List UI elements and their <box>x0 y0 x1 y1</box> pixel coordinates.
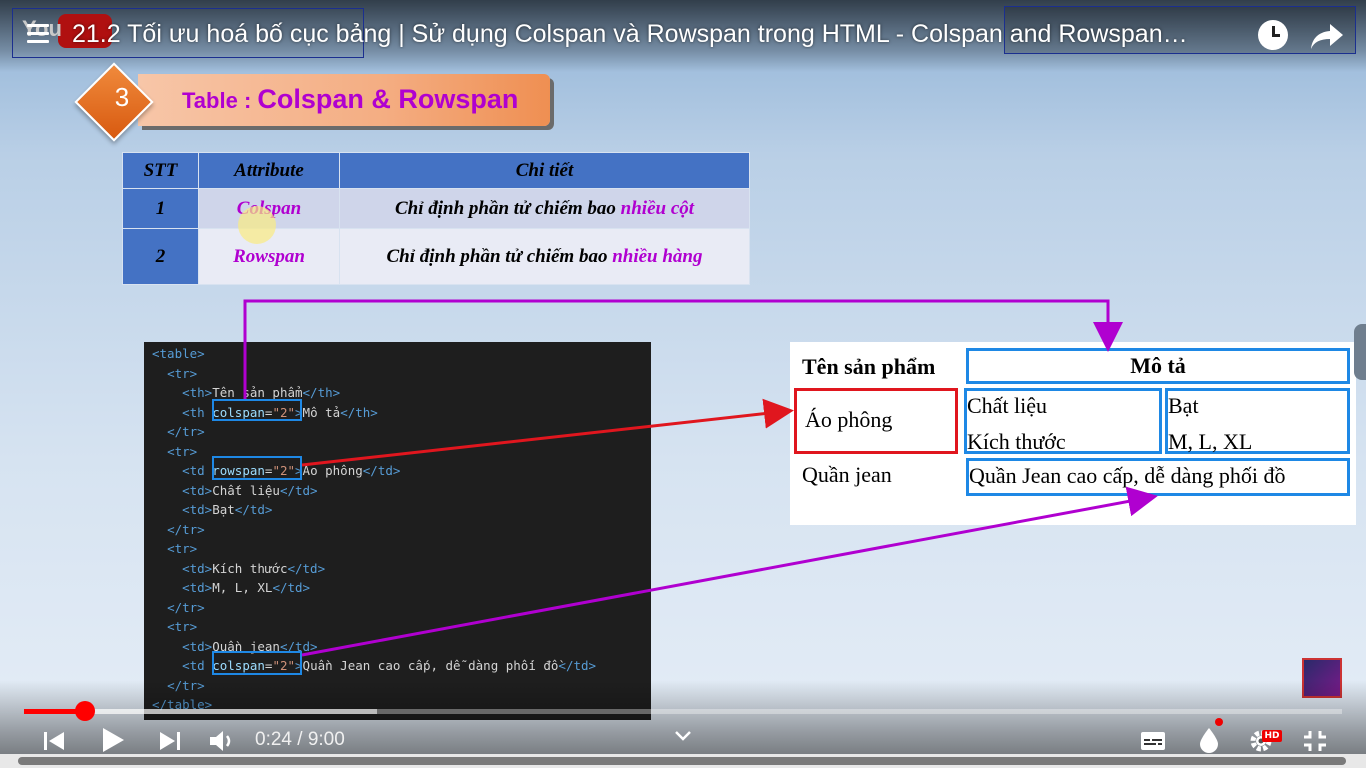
rendered-table-preview: Tên sản phẩm Mô tả Áo phông Chất liệu Kí… <box>790 342 1356 525</box>
side-panel-handle[interactable] <box>1354 324 1366 380</box>
cursor-highlight <box>238 206 276 244</box>
volume-icon[interactable] <box>208 728 236 754</box>
table-cell-detail: Chỉ định phần tử chiếm bao nhiều hàng <box>339 228 750 285</box>
horizontal-scrollbar[interactable] <box>0 754 1366 768</box>
table-cell-detail: Chỉ định phần tử chiếm bao nhiều cột <box>339 188 750 229</box>
detail-text: Chỉ định phần tử chiếm bao <box>394 197 621 219</box>
slide-number: 3 <box>114 82 130 112</box>
colspan-highlight-2 <box>212 651 302 675</box>
preview-cell-attributes: Chất liệu Kích thước <box>964 388 1162 454</box>
hd-badge: HD <box>1262 730 1282 742</box>
video-player[interactable]: You 21.2 Tối ưu hoá bố cục bảng | Sử dụn… <box>0 0 1366 768</box>
slide-title-prefix: Table : <box>182 88 258 113</box>
exit-fullscreen-icon[interactable] <box>1302 729 1328 753</box>
preview-chat-lieu: Chất liệu <box>967 393 1048 418</box>
detail-highlight: nhiều hàng <box>612 245 703 267</box>
watch-later-icon[interactable] <box>1258 20 1288 50</box>
progress-scrubber[interactable] <box>74 701 95 721</box>
table-cell-stt: 2 <box>122 228 199 285</box>
preview-cell-quan-desc: Quần Jean cao cấp, dễ dàng phối đồ <box>966 458 1350 496</box>
detail-text: Chỉ định phần tử chiếm bao <box>386 245 613 267</box>
colspan-highlight-1 <box>212 399 302 421</box>
time-display: 0:24 / 9:00 <box>255 729 345 750</box>
preview-cell-values: Bạt M, L, XL <box>1165 388 1350 454</box>
next-icon[interactable] <box>158 730 182 752</box>
preview-header-product: Tên sản phẩm <box>802 354 936 379</box>
slide-title-main: Colspan & Rowspan <box>257 84 519 114</box>
table-cell-stt: 1 <box>122 188 199 229</box>
chevron-down-icon[interactable] <box>674 730 692 742</box>
progress-bar[interactable] <box>24 709 1342 714</box>
menu-icon[interactable] <box>27 24 51 44</box>
rowspan-highlight <box>212 456 302 480</box>
table-row: 2 Rowspan Chỉ định phần tử chiếm bao nhi… <box>122 228 750 285</box>
detail-highlight: nhiều cột <box>620 197 695 219</box>
table-header-attribute: Attribute <box>198 152 340 189</box>
share-icon[interactable] <box>1310 22 1344 50</box>
play-icon[interactable] <box>100 726 126 754</box>
scrollbar-thumb[interactable] <box>18 757 1346 765</box>
preview-cell-quan-jean: Quần jean <box>802 462 892 487</box>
slide-header: 3 Table : Colspan & Rowspan <box>74 62 552 142</box>
slide-title: Table : Colspan & Rowspan <box>182 84 518 115</box>
preview-bat: Bạt <box>1168 393 1199 418</box>
table-row: 1 Colspan Chỉ định phần tử chiếm bao nhi… <box>122 188 750 229</box>
subtitles-icon[interactable] <box>1140 731 1166 751</box>
table-header-detail: Chi tiết <box>339 152 750 189</box>
table-header-stt: STT <box>122 152 199 189</box>
preview-cell-ao-phong: Áo phông <box>794 388 958 454</box>
ambient-mode-icon[interactable] <box>1198 727 1220 753</box>
preview-header-description: Mô tả <box>966 348 1350 384</box>
attribute-table: STT Attribute Chi tiết 1 Colspan Chỉ địn… <box>122 152 750 285</box>
notification-dot <box>1215 718 1223 726</box>
previous-icon[interactable] <box>42 730 66 752</box>
video-title[interactable]: 21.2 Tối ưu hoá bố cục bảng | Sử dụng Co… <box>72 20 1252 49</box>
